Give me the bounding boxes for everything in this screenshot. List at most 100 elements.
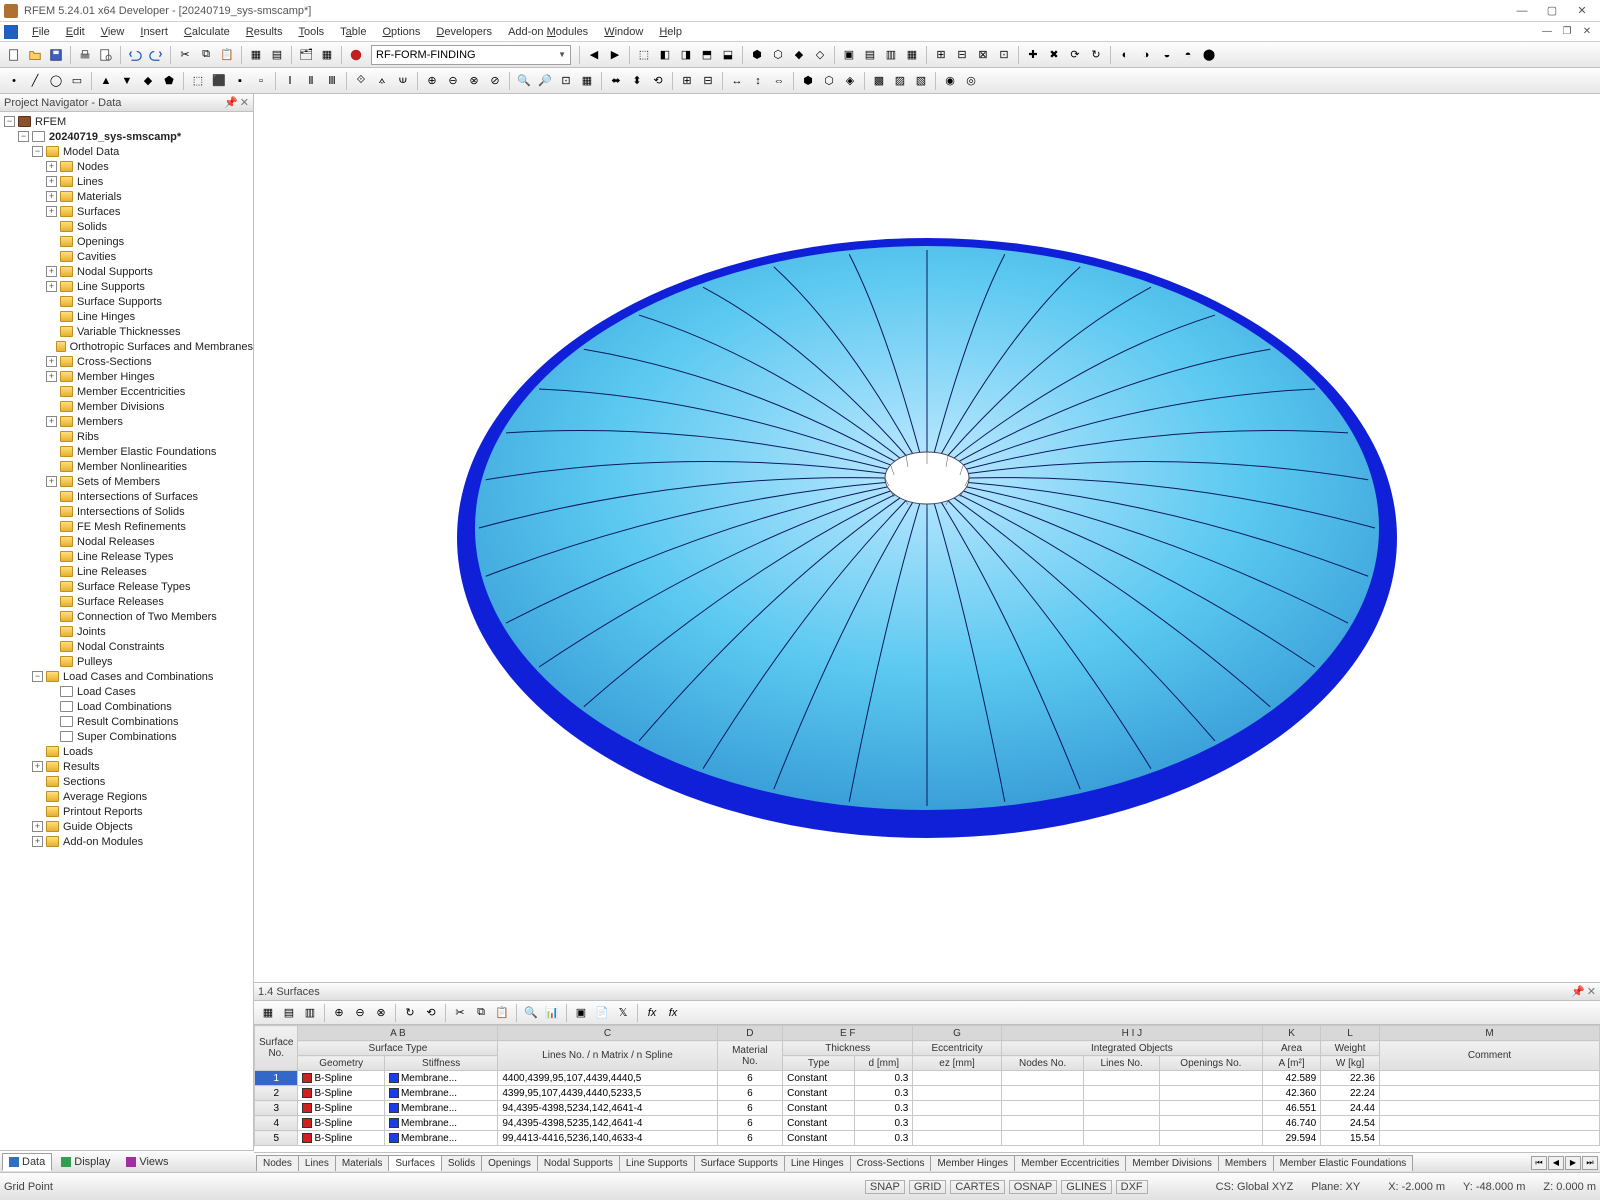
tree-item[interactable]: Ribs [0,429,253,444]
tree-item[interactable]: Load Cases [0,684,253,699]
tb2-ai[interactable]: ⬢ [798,71,818,91]
tb2-ab[interactable]: ⬍ [627,71,647,91]
tb2-c[interactable]: ◯ [46,71,66,91]
bpt-f[interactable]: ⊗ [371,1003,391,1023]
tb-icon-v[interactable]: ◐ [1115,45,1135,65]
tree-item[interactable]: Variable Thicknesses [0,324,253,339]
tb2-f[interactable]: ▼ [117,71,137,91]
tree-item[interactable]: +Member Hinges [0,369,253,384]
bottom-tab[interactable]: Materials [335,1155,390,1171]
maximize-button[interactable]: ▢ [1538,2,1566,20]
module-combo[interactable]: RF-FORM-FINDING ▼ [371,45,571,65]
tree-item[interactable]: Line Hinges [0,309,253,324]
tree-item[interactable]: Cavities [0,249,253,264]
mdi-restore[interactable]: ❐ [1558,25,1576,39]
mdi-minimize[interactable]: — [1538,25,1556,39]
menu-calculate[interactable]: Calculate [176,24,238,40]
tab-nav-button[interactable]: ◀ [1548,1156,1564,1170]
bottom-tab[interactable]: Cross-Sections [850,1155,932,1171]
tree-item[interactable]: +Members [0,414,253,429]
bpt-e[interactable]: ⊖ [350,1003,370,1023]
bpt-a[interactable]: ▦ [258,1003,278,1023]
tb-icon-t[interactable]: ⟳ [1065,45,1085,65]
tree-item[interactable]: Result Combinations [0,714,253,729]
tb2-e[interactable]: ▲ [96,71,116,91]
navigator-tree[interactable]: −RFEM−20240719_sys-smscamp*−Model Data+N… [0,112,253,1172]
menu-view[interactable]: View [93,24,133,40]
bpt-g[interactable]: ↻ [400,1003,420,1023]
bpt-fx2-icon[interactable]: fx [663,1003,683,1023]
tree-item[interactable]: +Nodal Supports [0,264,253,279]
tb2-aj[interactable]: ⬡ [819,71,839,91]
tb-icon-p[interactable]: ⊠ [973,45,993,65]
tb2-k[interactable]: ▪ [230,71,250,91]
tree-item[interactable]: Pulleys [0,654,253,669]
tb-prev[interactable]: ◀ [584,45,604,65]
surfaces-grid[interactable]: SurfaceNo.A BCDE FGH I JKLMSurface TypeL… [254,1025,1600,1152]
minimize-button[interactable]: — [1508,2,1536,20]
tb-icon-z[interactable]: ⬤ [1199,45,1219,65]
status-snap[interactable]: SNAP [865,1180,905,1194]
status-grid[interactable]: GRID [909,1180,947,1194]
bp-close-icon[interactable]: ✕ [1587,985,1596,998]
tree-item[interactable]: −Load Cases and Combinations [0,669,253,684]
tb-icon-w[interactable]: ◑ [1136,45,1156,65]
tb2-i[interactable]: ⬚ [188,71,208,91]
tree-item[interactable]: Solids [0,219,253,234]
bottom-tab[interactable]: Nodes [256,1155,299,1171]
tb-icon-k[interactable]: ▤ [860,45,880,65]
tree-item[interactable]: +Surfaces [0,204,253,219]
bpt-excel-icon[interactable]: 𝕏 [613,1003,633,1023]
menu-file[interactable]: File [24,24,58,40]
bpt-m[interactable]: 📊 [542,1003,562,1023]
tb-icon-f[interactable]: ⬢ [747,45,767,65]
tb-icon-u[interactable]: ↻ [1086,45,1106,65]
tb-icon-r[interactable]: ✚ [1023,45,1043,65]
tb2-ae[interactable]: ⊟ [698,71,718,91]
bottom-tab[interactable]: Member Divisions [1125,1155,1218,1171]
tb2-a[interactable]: • [4,71,24,91]
tree-item[interactable]: Sections [0,774,253,789]
tb2-r[interactable]: ⟒ [393,71,413,91]
status-glines[interactable]: GLINES [1061,1180,1111,1194]
bottom-tab[interactable]: Members [1218,1155,1274,1171]
tree-item[interactable]: +Add-on Modules [0,834,253,849]
tb-module-icon[interactable] [346,45,366,65]
bottom-tab[interactable]: Nodal Supports [537,1155,620,1171]
tb-print[interactable] [75,45,95,65]
tree-item[interactable]: Loads [0,744,253,759]
tb-icon-o[interactable]: ⊟ [952,45,972,65]
tb2-d[interactable]: ▭ [67,71,87,91]
bottom-tab[interactable]: Solids [441,1155,482,1171]
tree-item[interactable]: Line Releases [0,564,253,579]
menu-insert[interactable]: Insert [132,24,176,40]
tb-icon-y[interactable]: ◓ [1178,45,1198,65]
tb-tables[interactable]: ▦ [317,45,337,65]
menu-options[interactable]: Options [374,24,428,40]
tree-item[interactable]: Member Eccentricities [0,384,253,399]
tb2-s[interactable]: ⊕ [422,71,442,91]
tb2-u[interactable]: ⊗ [464,71,484,91]
tb-icon-x[interactable]: ◒ [1157,45,1177,65]
bpt-j[interactable]: ⧉ [471,1003,491,1023]
tab-nav-button[interactable]: ▶ [1565,1156,1581,1170]
bpt-d[interactable]: ⊕ [329,1003,349,1023]
bottom-tab[interactable]: Surface Supports [694,1155,785,1171]
tb2-ak[interactable]: ◈ [840,71,860,91]
bottom-tab[interactable]: Openings [481,1155,538,1171]
bpt-i[interactable]: ✂ [450,1003,470,1023]
tb2-ah[interactable]: ⇔ [769,71,789,91]
tb-save[interactable] [46,45,66,65]
tb2-ag[interactable]: ↕ [748,71,768,91]
tb-print-preview[interactable] [96,45,116,65]
tb2-p[interactable]: ⟐ [351,71,371,91]
tree-item[interactable]: FE Mesh Refinements [0,519,253,534]
tb-copy[interactable]: ⧉ [196,45,216,65]
tb-next[interactable]: ▶ [605,45,625,65]
bottom-tab[interactable]: Lines [298,1155,336,1171]
tree-item[interactable]: +Line Supports [0,279,253,294]
bpt-b[interactable]: ▤ [279,1003,299,1023]
tb2-z[interactable]: ▦ [577,71,597,91]
bpt-c[interactable]: ▥ [300,1003,320,1023]
tb-icon-b[interactable]: ◧ [655,45,675,65]
